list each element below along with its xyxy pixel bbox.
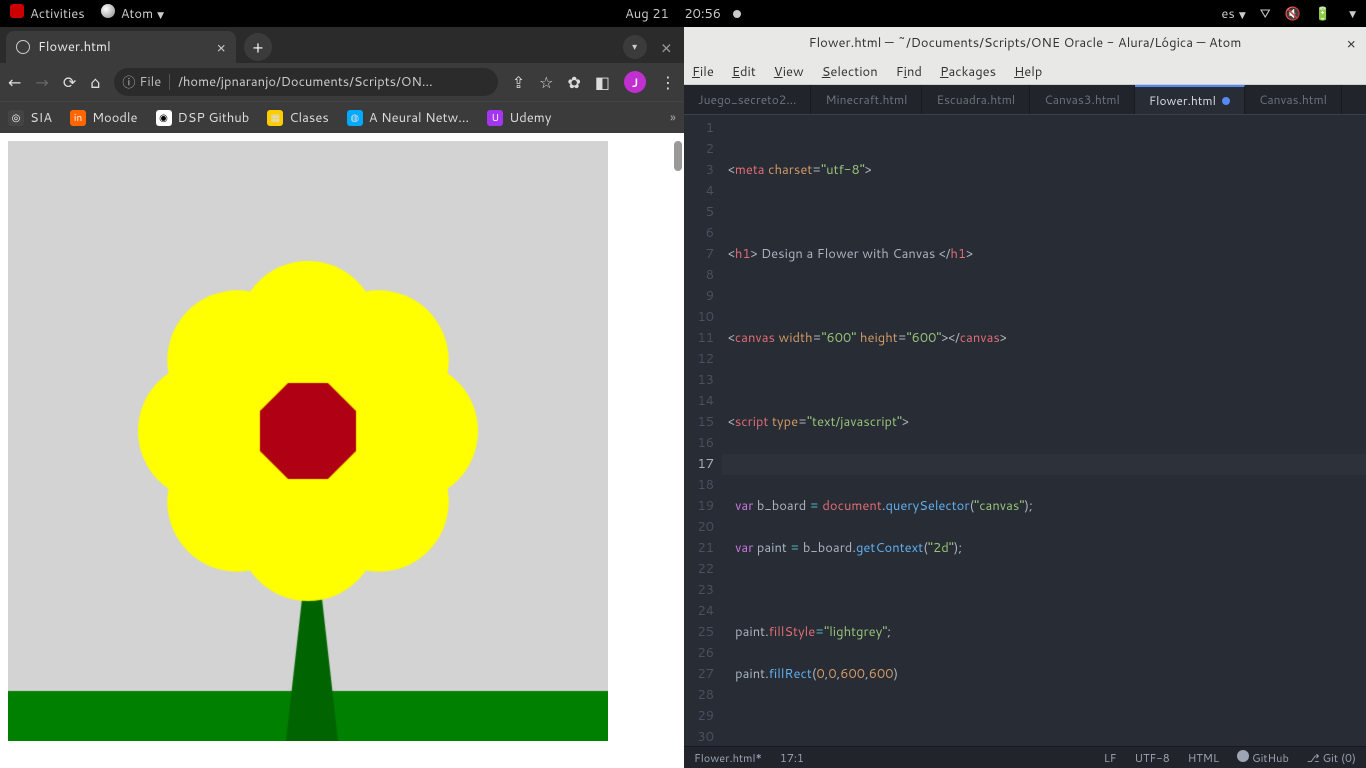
home-button[interactable]: ⌂ (90, 71, 100, 94)
status-encoding[interactable]: UTF-8 (1135, 750, 1170, 766)
bookmark-moodle[interactable]: inMoodle (70, 109, 137, 127)
back-button[interactable]: ← (8, 71, 21, 94)
tab-minecraft[interactable]: Minecraft.html (811, 85, 922, 114)
tab-flower[interactable]: Flower.html (1135, 85, 1245, 114)
status-position[interactable]: 17:1 (780, 750, 804, 766)
menu-edit[interactable]: Edit (732, 63, 756, 81)
github-icon (1237, 750, 1249, 762)
menu-packages[interactable]: Packages (940, 63, 996, 81)
modified-dot-icon (1222, 97, 1230, 105)
bookmarks-bar: ◎SIA inMoodle ◉DSP Github ▦Clases ◍A Neu… (0, 101, 684, 133)
new-tab-button[interactable]: + (244, 33, 272, 61)
browser-window: Flower.html × + ▾ × ← → ⟳ ⌂ ⓘFile /home/… (0, 27, 684, 768)
tab-canvas3[interactable]: Canvas3.html (1030, 85, 1135, 114)
address-bar[interactable]: ⓘFile /home/jpnaranjo/Documents/Scripts/… (114, 68, 497, 96)
tab-canvas[interactable]: Canvas.html (1245, 85, 1342, 114)
extensions-icon[interactable]: ✿ (567, 71, 580, 94)
menu-file[interactable]: File (692, 63, 714, 81)
menu-icon[interactable]: ⋮ (660, 71, 676, 94)
browser-tab[interactable]: Flower.html × (6, 31, 236, 63)
bookmark-dsp[interactable]: ◉DSP Github (156, 109, 250, 127)
bookmark-clases[interactable]: ▦Clases (267, 109, 328, 127)
info-icon: ⓘ (122, 72, 135, 92)
wifi-icon[interactable]: ⛛ (1260, 5, 1271, 23)
browser-toolbar: ← → ⟳ ⌂ ⓘFile /home/jpnaranjo/Documents/… (0, 63, 684, 101)
profile-avatar[interactable]: J (624, 71, 646, 93)
scrollbar[interactable] (674, 141, 682, 171)
status-eol[interactable]: LF (1104, 750, 1117, 766)
menu-selection[interactable]: Selection (822, 63, 878, 81)
atom-close-button[interactable]: × (1346, 33, 1356, 54)
clock[interactable]: Aug 21 20:56 (625, 5, 741, 23)
flower-canvas (8, 141, 608, 741)
menu-help[interactable]: Help (1014, 63, 1042, 81)
tabs-dropdown[interactable]: ▾ (623, 35, 647, 59)
tab-escuadra[interactable]: Escuadra.html (922, 85, 1030, 114)
tab-title: Flower.html (38, 38, 111, 56)
status-git[interactable]: ⎇ Git (0) (1307, 750, 1356, 766)
share-icon[interactable]: ⇪ (512, 71, 525, 94)
app-menu[interactable]: Atom▼ (101, 4, 164, 23)
code-area[interactable]: <meta charset="utf-8"> <h1> Design a Flo… (722, 115, 1366, 746)
bookmarks-overflow[interactable]: » (670, 109, 676, 127)
atom-titlebar: Flower.html — ~/Documents/Scripts/ONE Or… (684, 27, 1366, 59)
sidepanel-icon[interactable]: ◧ (595, 71, 610, 94)
battery-icon[interactable]: 🔋 (1315, 5, 1331, 23)
window-close-icon[interactable]: × (661, 34, 672, 60)
status-bar: Flower.html* 17:1 LF UTF-8 HTML GitHub ⎇… (684, 746, 1366, 768)
volume-icon[interactable]: 🔇 (1285, 5, 1301, 23)
atom-window: Flower.html — ~/Documents/Scripts/ONE Or… (684, 27, 1366, 768)
tab-strip: Flower.html × + ▾ × (0, 27, 684, 63)
gnome-topbar: Activities Atom▼ Aug 21 20:56 es▼ ⛛ 🔇 🔋 … (0, 0, 1366, 27)
bookmark-neural[interactable]: ◍A Neural Netw… (347, 109, 469, 127)
menu-find[interactable]: Find (896, 63, 922, 81)
line-gutter: 1234567891011121314151617181920212223242… (684, 115, 722, 746)
url-text: /home/jpnaranjo/Documents/Scripts/ON… (178, 73, 433, 91)
reload-button[interactable]: ⟳ (63, 71, 76, 94)
bookmark-udemy[interactable]: UUdemy (487, 109, 551, 127)
keyboard-layout[interactable]: es▼ (1221, 5, 1245, 23)
bookmark-sia[interactable]: ◎SIA (8, 109, 52, 127)
menu-view[interactable]: View (774, 63, 804, 81)
close-icon[interactable]: × (216, 37, 226, 58)
bookmark-icon[interactable]: ☆ (539, 71, 553, 94)
forward-button: → (35, 71, 48, 94)
editor-tabs: Juego_secreto2… Minecraft.html Escuadra.… (684, 85, 1366, 115)
tab-juego[interactable]: Juego_secreto2… (684, 85, 811, 114)
status-language[interactable]: HTML (1188, 750, 1219, 766)
page-viewport (0, 133, 684, 768)
atom-menubar: File Edit View Selection Find Packages H… (684, 59, 1366, 85)
code-editor[interactable]: 1234567891011121314151617181920212223242… (684, 115, 1366, 746)
status-file[interactable]: Flower.html* (694, 750, 762, 766)
system-menu[interactable]: ▼ (1349, 7, 1356, 20)
globe-icon (16, 40, 30, 54)
status-github[interactable]: GitHub (1237, 750, 1289, 766)
activities-button[interactable]: Activities (10, 4, 85, 23)
